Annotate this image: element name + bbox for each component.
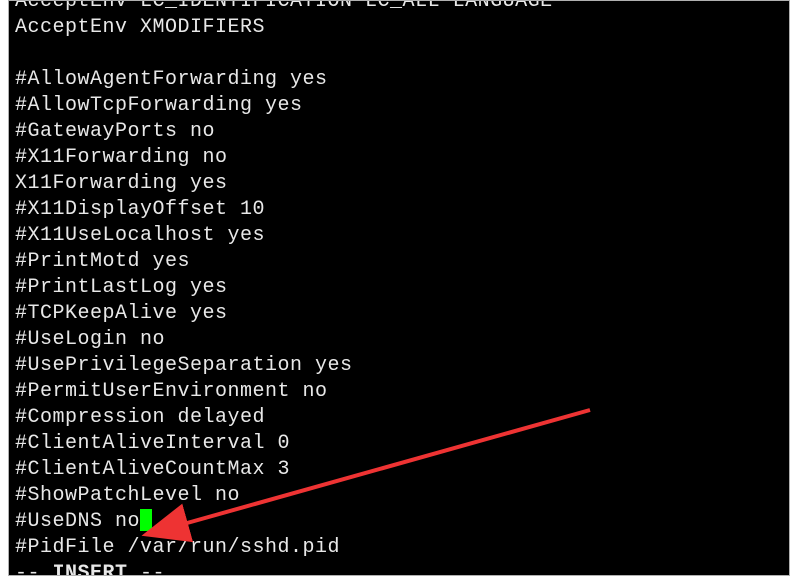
config-line: X11Forwarding yes [15, 171, 783, 197]
config-line: #UseLogin no [15, 327, 783, 353]
config-line: #ShowPatchLevel no [15, 483, 783, 509]
config-line: AcceptEnv XMODIFIERS [15, 15, 783, 41]
config-line: #GatewayPorts no [15, 119, 783, 145]
cursor-line-text: #UseDNS no [15, 510, 140, 533]
config-line: #Compression delayed [15, 405, 783, 431]
config-line-partial: AcceptEnv LC_IDENTIFICATION LC_ALL LANGU… [15, 1, 553, 15]
terminal-text-area[interactable]: AcceptEnv LC_IDENTIFICATION LC_ALL LANGU… [9, 1, 789, 576]
config-line: #X11Forwarding no [15, 145, 783, 171]
config-line: #AllowTcpForwarding yes [15, 93, 783, 119]
config-line: #PrintLastLog yes [15, 275, 783, 301]
config-line: #ClientAliveInterval 0 [15, 431, 783, 457]
config-line: #PermitUserEnvironment no [15, 379, 783, 405]
terminal-window[interactable]: AcceptEnv LC_IDENTIFICATION LC_ALL LANGU… [8, 0, 790, 576]
editor-mode-line: -- INSERT -- [15, 561, 783, 576]
config-line [15, 41, 783, 67]
text-cursor [140, 509, 152, 531]
config-line: #X11UseLocalhost yes [15, 223, 783, 249]
mode-suffix: -- [128, 562, 166, 576]
config-line: #UsePrivilegeSeparation yes [15, 353, 783, 379]
config-line: #PrintMotd yes [15, 249, 783, 275]
mode-prefix: -- [15, 562, 53, 576]
config-line-cursor: #UseDNS no [15, 509, 783, 535]
config-line: #ClientAliveCountMax 3 [15, 457, 783, 483]
config-line: #PidFile /var/run/sshd.pid [15, 535, 783, 561]
config-line: #X11DisplayOffset 10 [15, 197, 783, 223]
mode-text: INSERT [53, 562, 128, 576]
config-line: #TCPKeepAlive yes [15, 301, 783, 327]
config-line: #AllowAgentForwarding yes [15, 67, 783, 93]
